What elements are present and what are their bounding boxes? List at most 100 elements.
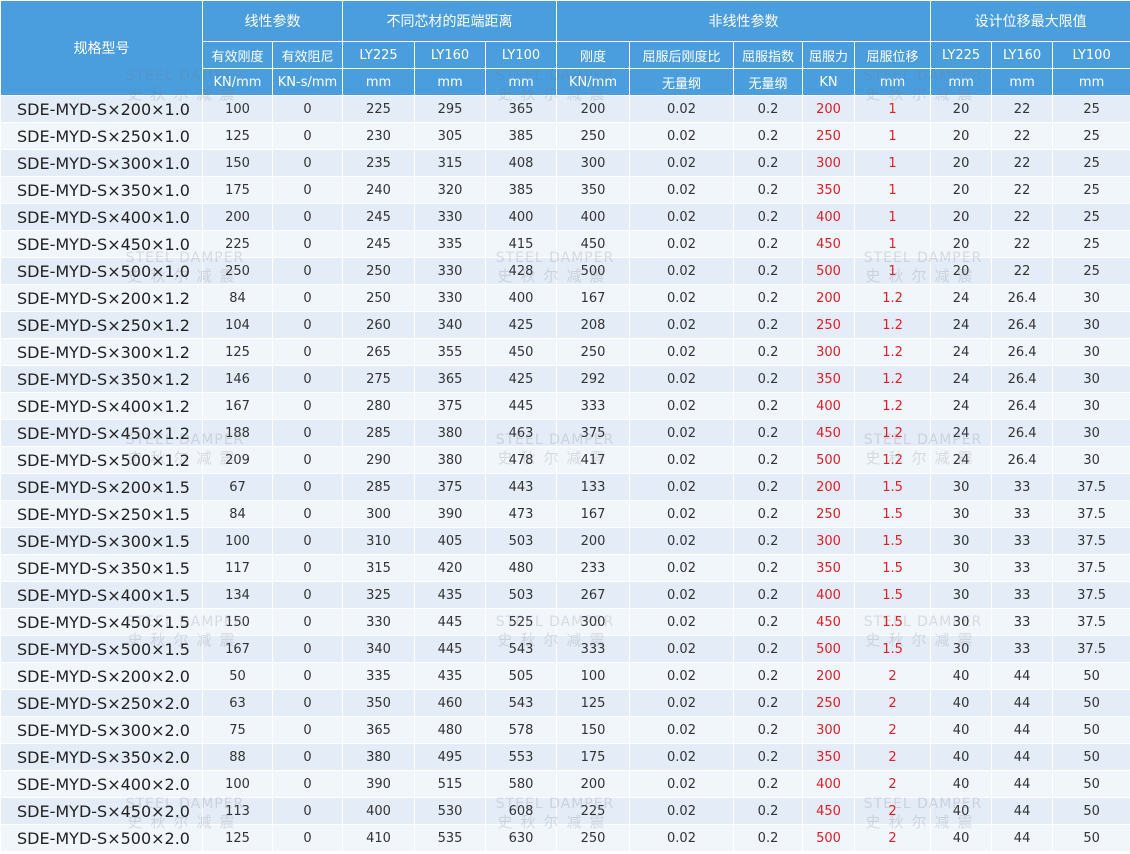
value-cell: 0.02 (629, 635, 735, 663)
yield-cell: 1.2 (854, 446, 932, 474)
value-cell: 503 (484, 581, 558, 609)
value-cell: 100 (202, 527, 273, 555)
value-cell: 0.02 (629, 527, 735, 555)
value-cell: 104 (202, 311, 273, 339)
value-cell: 40 (930, 770, 993, 798)
value-cell: 25 (1052, 122, 1130, 150)
value-cell: 280 (342, 392, 415, 420)
value-cell: 0.2 (733, 608, 804, 636)
value-cell: 250 (202, 257, 273, 285)
yield-cell: 350 (802, 176, 856, 204)
value-cell: 167 (202, 635, 273, 663)
value-cell: 44 (991, 797, 1054, 825)
value-cell: 20 (930, 230, 993, 258)
value-cell: 0 (272, 95, 343, 123)
value-cell: 235 (342, 149, 415, 177)
value-cell: 167 (556, 284, 631, 312)
value-cell: 84 (202, 500, 273, 528)
model-cell: SDE-MYD-S×450×1.2 (0, 419, 203, 447)
value-cell: 0 (272, 527, 343, 555)
model-cell: SDE-MYD-S×300×1.2 (0, 338, 203, 366)
header-linear-params: 线性参数 (202, 0, 343, 42)
value-cell: 428 (484, 257, 558, 285)
value-cell: 0 (272, 176, 343, 204)
value-cell: 473 (484, 500, 558, 528)
value-cell: 0.2 (733, 824, 804, 852)
value-cell: 50 (1052, 824, 1130, 852)
table-row: SDE-MYD-S×250×1.0 125 0 230 305 385 250 0.02 0.2… (0, 122, 1130, 150)
yield-cell: 1.5 (854, 581, 932, 609)
value-cell: 209 (202, 446, 273, 474)
value-cell: 125 (202, 122, 273, 150)
value-cell: 250 (556, 338, 631, 366)
value-cell: 25 (1052, 257, 1130, 285)
model-cell: SDE-MYD-S×400×1.5 (0, 581, 203, 609)
value-cell: 24 (930, 338, 993, 366)
table-row: SDE-MYD-S×300×1.5 100 0 310 405 503 200 0.02 0.2… (0, 527, 1130, 555)
value-cell: 25 (1052, 95, 1130, 123)
value-cell: 0.2 (733, 770, 804, 798)
value-cell: 495 (414, 743, 486, 771)
yield-cell: 250 (802, 500, 856, 528)
unit-cell: KN-s/mm (272, 68, 343, 96)
subheader-cell: 有效阻尼 (272, 41, 343, 69)
value-cell: 500 (556, 257, 631, 285)
unit-cell: 无量纲 (629, 68, 735, 96)
value-cell: 24 (930, 365, 993, 393)
value-cell: 245 (342, 230, 415, 258)
table-row: SDE-MYD-S×350×1.0 175 0 240 320 385 350 0.02 0.2… (0, 176, 1130, 204)
value-cell: 0.02 (629, 257, 735, 285)
header-model: 规格型号 (0, 0, 203, 96)
value-cell: 450 (484, 338, 558, 366)
value-cell: 0.2 (733, 392, 804, 420)
yield-cell: 450 (802, 797, 856, 825)
value-cell: 0 (272, 473, 343, 501)
value-cell: 40 (930, 662, 993, 690)
yield-cell: 2 (854, 824, 932, 852)
yield-cell: 250 (802, 122, 856, 150)
value-cell: 480 (484, 554, 558, 582)
model-cell: SDE-MYD-S×350×1.0 (0, 176, 203, 204)
value-cell: 33 (991, 554, 1054, 582)
value-cell: 25 (1052, 203, 1130, 231)
value-cell: 330 (342, 608, 415, 636)
model-cell: SDE-MYD-S×350×1.5 (0, 554, 203, 582)
value-cell: 400 (484, 203, 558, 231)
value-cell: 22 (991, 176, 1054, 204)
value-cell: 26.4 (991, 392, 1054, 420)
table-row: SDE-MYD-S×500×1.2 209 0 290 380 478 417 0.02 0.2… (0, 446, 1130, 474)
yield-cell: 300 (802, 527, 856, 555)
value-cell: 208 (556, 311, 631, 339)
value-cell: 22 (991, 95, 1054, 123)
yield-cell: 2 (854, 689, 932, 717)
yield-cell: 500 (802, 824, 856, 852)
value-cell: 0.02 (629, 608, 735, 636)
value-cell: 0.2 (733, 554, 804, 582)
value-cell: 20 (930, 149, 993, 177)
table-row: SDE-MYD-S×250×2.0 63 0 350 460 543 125 0.02 0.2 2… (0, 689, 1130, 717)
value-cell: 333 (556, 635, 631, 663)
unit-cell: mm (414, 68, 486, 96)
subheader-cell: 屈服后刚度比 (629, 41, 735, 69)
value-cell: 230 (342, 122, 415, 150)
table-row: SDE-MYD-S×400×1.0 200 0 245 330 400 400 0.02 0.2… (0, 203, 1130, 231)
value-cell: 425 (484, 311, 558, 339)
yield-cell: 300 (802, 716, 856, 744)
value-cell: 295 (414, 95, 486, 123)
value-cell: 0 (272, 716, 343, 744)
value-cell: 320 (414, 176, 486, 204)
value-cell: 225 (342, 95, 415, 123)
table-row: SDE-MYD-S×400×1.2 167 0 280 375 445 333 0.02 0.2… (0, 392, 1130, 420)
value-cell: 0 (272, 149, 343, 177)
damper-spec-table: 规格型号 线性参数 不同芯材的距端距离 非线性参数 设计位移最大限值 有效刚度有… (0, 0, 1130, 852)
value-cell: 0.02 (629, 689, 735, 717)
yield-cell: 350 (802, 554, 856, 582)
value-cell: 37.5 (1052, 473, 1130, 501)
value-cell: 375 (556, 419, 631, 447)
value-cell: 150 (202, 608, 273, 636)
subheader-cell: LY100 (1052, 41, 1130, 69)
yield-cell: 450 (802, 230, 856, 258)
value-cell: 0.2 (733, 203, 804, 231)
table-row: SDE-MYD-S×450×1.2 188 0 285 380 463 375 0.02 0.2… (0, 419, 1130, 447)
table-row: SDE-MYD-S×200×1.0 100 0 225 295 365 200 0.02 0.2… (0, 95, 1130, 123)
